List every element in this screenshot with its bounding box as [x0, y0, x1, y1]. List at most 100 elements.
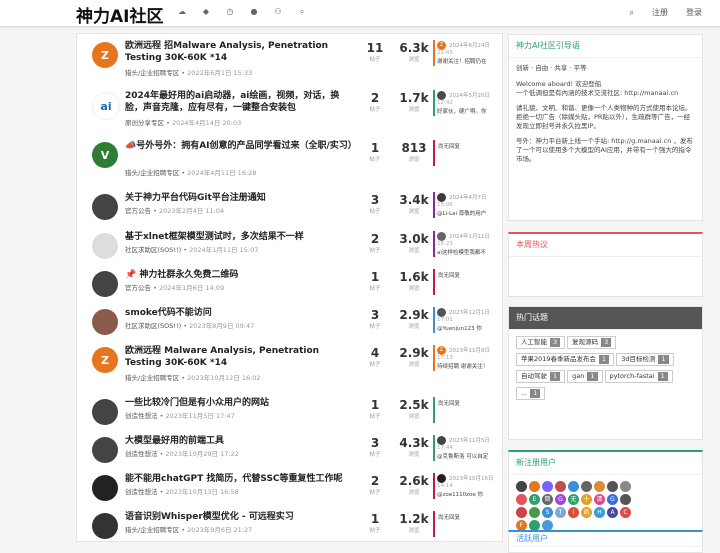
- last-reply-avatar[interactable]: [437, 91, 446, 100]
- group-icon[interactable]: ⚇: [266, 7, 290, 17]
- topic-category[interactable]: 猎头/企业招聘专区: [125, 69, 179, 77]
- new-user-avatar[interactable]: [542, 481, 553, 492]
- new-user-avatar[interactable]: 筒: [542, 494, 553, 505]
- topic-title[interactable]: 语音识别Whisper模型优化 - 可远程实习: [125, 511, 357, 523]
- last-reply-excerpt[interactable]: @Yuenjun123 你: [437, 324, 482, 332]
- new-user-avatar[interactable]: A: [607, 507, 618, 518]
- new-user-avatar[interactable]: [568, 481, 579, 492]
- last-reply-avatar[interactable]: [437, 193, 446, 202]
- topic-title[interactable]: 📌 神力社群永久免费二维码: [125, 269, 357, 281]
- new-user-avatar[interactable]: [620, 481, 631, 492]
- clock-icon[interactable]: ◷: [218, 7, 242, 17]
- cloud-icon[interactable]: ☁: [170, 7, 194, 17]
- topic-category[interactable]: 创造性想法: [125, 488, 158, 496]
- last-reply-avatar[interactable]: [437, 308, 446, 317]
- topic-last-reply[interactable]: 尚无回复: [433, 511, 502, 537]
- new-user-avatar[interactable]: [529, 507, 540, 518]
- new-user-avatar[interactable]: T: [555, 507, 566, 518]
- tag-item[interactable]: pytorch-fastai 1: [604, 370, 673, 383]
- topic-category[interactable]: 官方公告: [125, 207, 151, 215]
- new-user-avatar[interactable]: H: [594, 507, 605, 518]
- site-brand[interactable]: 神力AI社区: [76, 2, 163, 27]
- topic-avatar[interactable]: Z: [92, 42, 118, 68]
- topic-avatar[interactable]: Z: [92, 347, 118, 373]
- new-user-avatar[interactable]: 凯: [581, 507, 592, 518]
- topic-title[interactable]: 2024年最好用的ai启动器，ai绘画，视频，对话，换脸，声音克隆，应有尽有，一…: [125, 90, 357, 114]
- search-icon[interactable]: ⌕: [630, 8, 634, 18]
- new-user-avatar[interactable]: [516, 507, 527, 518]
- tag-item[interactable]: ... 1: [516, 387, 546, 400]
- last-reply-excerpt[interactable]: 谢谢关注！招聘仍在: [437, 57, 487, 65]
- last-reply-excerpt[interactable]: @Li-Lai 尊敬的用户: [437, 209, 486, 217]
- tag-item[interactable]: 自动驾驶 1: [516, 370, 566, 383]
- diamond-icon[interactable]: ◆: [194, 7, 218, 17]
- new-user-avatar[interactable]: S: [542, 507, 553, 518]
- topic-last-reply[interactable]: 2023年11月5日 17:44 @克鲁斯洛 可以自定: [433, 435, 502, 461]
- new-user-avatar[interactable]: 无: [568, 494, 579, 505]
- topic-title[interactable]: 欧洲远程 Malware Analysis, Penetration Testi…: [125, 345, 357, 369]
- new-user-avatar[interactable]: i: [568, 507, 579, 518]
- topic-last-reply[interactable]: 尚无回复: [433, 397, 502, 423]
- new-user-avatar[interactable]: [607, 481, 618, 492]
- search-icon[interactable]: ⌕: [290, 7, 314, 17]
- new-user-avatar[interactable]: C: [620, 507, 631, 518]
- new-user-avatar[interactable]: 清: [594, 494, 605, 505]
- last-reply-excerpt[interactable]: 持续招聘 谢谢关注！: [437, 362, 488, 370]
- topic-avatar[interactable]: [92, 475, 118, 501]
- topic-avatar[interactable]: [92, 271, 118, 297]
- topic-avatar[interactable]: [92, 233, 118, 259]
- topic-category[interactable]: 猎头/企业招聘专区: [125, 526, 179, 534]
- tag-item[interactable]: 苹果2019春季新品发布会 1: [516, 353, 615, 366]
- topic-category[interactable]: 创造性想法: [125, 412, 158, 420]
- topic-title[interactable]: 能不能用chatGPT 找简历，代替SSC等重复性工作呢: [125, 473, 357, 485]
- last-reply-avatar[interactable]: Z: [437, 346, 446, 355]
- topic-last-reply[interactable]: Z 2024年6月24日 22:45 谢谢关注！招聘仍在: [433, 40, 502, 66]
- topic-last-reply[interactable]: Z 2023年11月8日 17:13 持续招聘 谢谢关注！: [433, 345, 502, 371]
- topic-last-reply[interactable]: 尚无回复: [433, 140, 502, 166]
- topic-title[interactable]: 基于xlnet框架模型测试时，多次结果不一样: [125, 231, 357, 243]
- last-reply-excerpt[interactable]: 好家伙，硬广啊。你: [437, 107, 487, 115]
- person-icon[interactable]: ●: [242, 7, 266, 17]
- tag-item[interactable]: 3d目标检测 1: [616, 353, 674, 366]
- register-link[interactable]: 注册: [652, 7, 668, 18]
- topic-last-reply[interactable]: 2024年1月11日 16:23 ai这样检模型我都不: [433, 231, 502, 257]
- topic-avatar[interactable]: [92, 399, 118, 425]
- topic-category[interactable]: 猎头/企业招聘专区: [125, 169, 179, 177]
- topic-title[interactable]: smoke代码不能访问: [125, 307, 357, 319]
- topic-last-reply[interactable]: 2024年5月20日 12:42 好家伙，硬广啊。你: [433, 90, 502, 116]
- tag-item[interactable]: 复现源码 3: [567, 336, 617, 349]
- new-user-avatar[interactable]: G: [555, 494, 566, 505]
- topic-category[interactable]: 官方公告: [125, 284, 151, 292]
- topic-title[interactable]: 关于神力平台代码Git平台注册通知: [125, 192, 357, 204]
- new-user-avatar[interactable]: [581, 481, 592, 492]
- last-reply-avatar[interactable]: [437, 474, 446, 483]
- topic-avatar[interactable]: [92, 194, 118, 220]
- last-reply-avatar[interactable]: [437, 232, 446, 241]
- topic-avatar[interactable]: ai: [92, 92, 120, 120]
- new-user-avatar[interactable]: [529, 481, 540, 492]
- topic-category[interactable]: 社区求助区(SOS!!): [125, 322, 181, 330]
- topic-title[interactable]: 大模型最好用的前端工具: [125, 435, 357, 447]
- new-user-avatar[interactable]: [620, 494, 631, 505]
- topic-last-reply[interactable]: 2023年10月16日 14:14 @zoe1110zoe 你: [433, 473, 502, 499]
- topic-last-reply[interactable]: 尚无回复: [433, 269, 502, 295]
- topic-category[interactable]: 创造性想法: [125, 450, 158, 458]
- last-reply-avatar[interactable]: Z: [437, 41, 446, 50]
- new-user-avatar[interactable]: [555, 481, 566, 492]
- topic-avatar[interactable]: V: [92, 142, 118, 168]
- new-user-avatar[interactable]: [516, 481, 527, 492]
- topic-avatar[interactable]: [92, 513, 118, 539]
- login-link[interactable]: 登录: [686, 7, 702, 18]
- topic-title[interactable]: 📣号外号外：拥有AI创意的产品同学看过来（全职/实习）: [125, 140, 357, 152]
- new-user-avatar[interactable]: G: [607, 494, 618, 505]
- new-user-avatar[interactable]: [594, 481, 605, 492]
- topic-category[interactable]: 原创分享专区: [125, 119, 164, 127]
- last-reply-avatar[interactable]: [437, 436, 446, 445]
- topic-avatar[interactable]: [92, 309, 118, 335]
- topic-category[interactable]: 猎头/企业招聘专区: [125, 374, 179, 382]
- last-reply-excerpt[interactable]: @zoe1110zoe 你: [437, 490, 483, 498]
- new-user-avatar[interactable]: E: [529, 494, 540, 505]
- tag-item[interactable]: 人工智能 3: [516, 336, 566, 349]
- topic-title[interactable]: 一些比较冷门但是有小众用户的网站: [125, 397, 357, 409]
- new-user-avatar[interactable]: [516, 494, 527, 505]
